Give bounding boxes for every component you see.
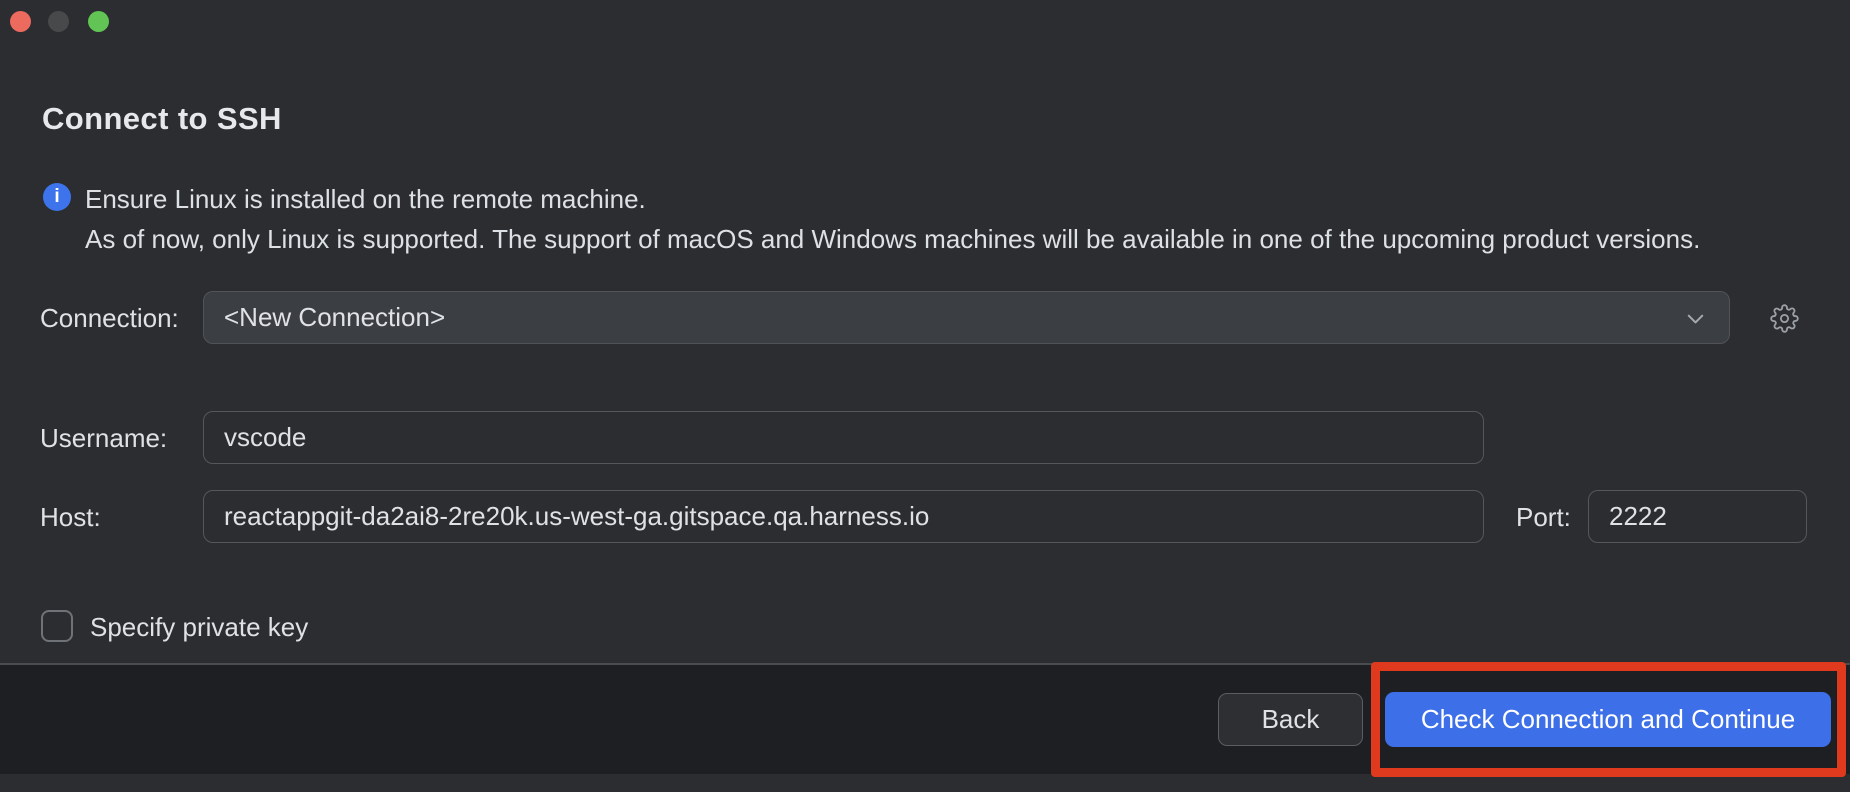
- window-minimize-button[interactable]: [48, 11, 69, 32]
- page-title: Connect to SSH: [42, 101, 282, 137]
- private-key-checkbox[interactable]: [41, 610, 73, 642]
- gear-icon[interactable]: [1770, 304, 1799, 333]
- port-input[interactable]: [1588, 490, 1807, 543]
- private-key-label: Specify private key: [90, 612, 308, 643]
- window-close-button[interactable]: [10, 11, 31, 32]
- info-line-1: Ensure Linux is installed on the remote …: [85, 179, 1700, 219]
- info-banner: Ensure Linux is installed on the remote …: [85, 179, 1700, 259]
- chevron-down-icon: [1682, 305, 1709, 332]
- port-label: Port:: [1516, 502, 1571, 533]
- back-button[interactable]: Back: [1218, 693, 1363, 746]
- info-icon: i: [43, 183, 71, 211]
- window-zoom-button[interactable]: [88, 11, 109, 32]
- host-input[interactable]: [203, 490, 1484, 543]
- connection-label: Connection:: [40, 303, 179, 334]
- connection-selected-value: <New Connection>: [224, 302, 445, 333]
- connection-select[interactable]: <New Connection>: [203, 291, 1730, 344]
- host-label: Host:: [40, 502, 101, 533]
- username-label: Username:: [40, 423, 167, 454]
- check-connection-continue-button[interactable]: Check Connection and Continue: [1385, 692, 1831, 747]
- username-input[interactable]: [203, 411, 1484, 464]
- info-line-2: As of now, only Linux is supported. The …: [85, 219, 1700, 259]
